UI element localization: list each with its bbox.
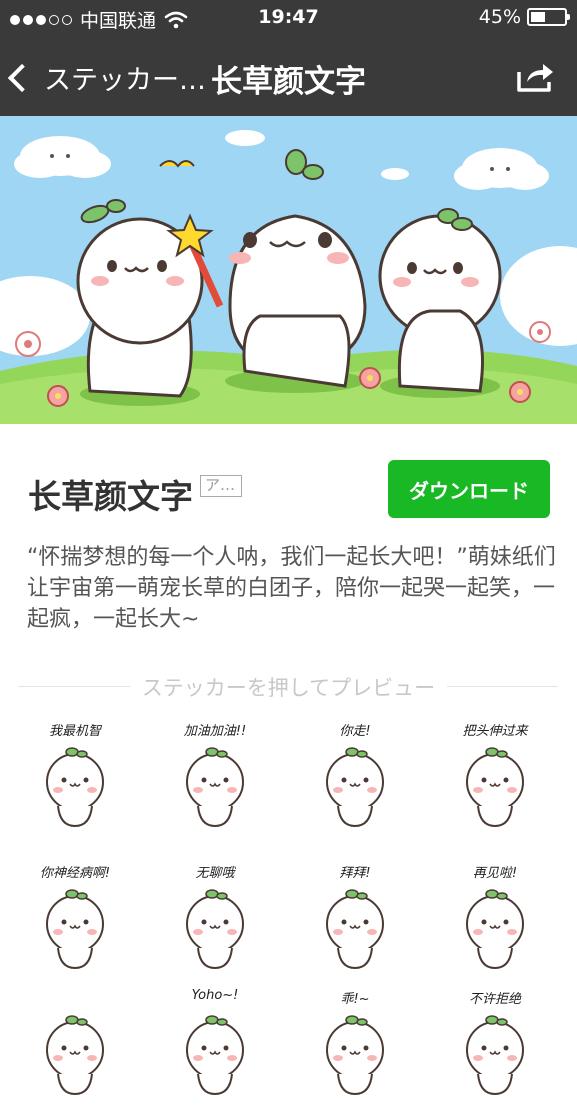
preview-hint: ステッカーを押してプレビュー	[0, 672, 577, 702]
package-title: 长草颜文字	[28, 477, 193, 516]
battery-percent: 45%	[478, 6, 521, 28]
sticker-banner-image	[0, 116, 577, 424]
sticker-preview[interactable]: 加油加油!!	[150, 720, 280, 840]
sticker-character-image	[466, 889, 524, 970]
sticker-character-image	[186, 747, 244, 828]
sticker-preview[interactable]: 我最机智	[10, 720, 140, 840]
status-right: 45%	[478, 6, 570, 28]
sticker-character-image	[326, 747, 384, 828]
sticker-preview[interactable]: 无聊哦	[150, 862, 280, 982]
sticker-preview[interactable]: Yoho~!	[150, 988, 280, 1108]
sticker-character-image	[46, 889, 104, 970]
status-bar: 中国联通 19:47 45%	[0, 0, 577, 36]
sticker-character-image	[46, 1015, 104, 1096]
package-description: “怀揣梦想的每一个人呐，我们一起长大吧！”萌妹纸们让宇宙第一萌宠长草的白团子，陪…	[27, 545, 556, 632]
share-icon[interactable]	[515, 58, 555, 94]
sticker-character-image	[466, 747, 524, 828]
sticker-preview[interactable]: 把头伸过来	[430, 720, 560, 840]
sticker-character-image	[46, 747, 104, 828]
sticker-character-image	[326, 889, 384, 970]
navigation-bar: ステッカー… 长草颜文字	[0, 36, 577, 116]
download-button[interactable]: ダウンロード	[388, 460, 550, 518]
page-title: 长草颜文字	[211, 64, 366, 100]
sticker-preview[interactable]: 不许拒绝	[430, 988, 560, 1108]
sticker-preview[interactable]	[10, 988, 140, 1108]
battery-icon	[527, 8, 570, 26]
preview-hint-label: ステッカーを押してプレビュー	[129, 676, 448, 700]
sticker-preview[interactable]: 你神经病啊!	[10, 862, 140, 982]
battery-fill	[531, 12, 546, 22]
package-tag: ア…	[200, 475, 242, 497]
sticker-character-image	[186, 889, 244, 970]
sticker-character-image	[326, 1015, 384, 1096]
sticker-preview[interactable]: 你走!	[290, 720, 420, 840]
sticker-caption: Yoho~!	[191, 988, 239, 1003]
sticker-preview[interactable]: 拜拜!	[290, 862, 420, 982]
sticker-preview[interactable]: 乖!~	[290, 988, 420, 1108]
sticker-preview[interactable]: 再见啦!	[430, 862, 560, 982]
sticker-character-image	[186, 1015, 244, 1096]
sticker-character-image	[466, 1015, 524, 1096]
